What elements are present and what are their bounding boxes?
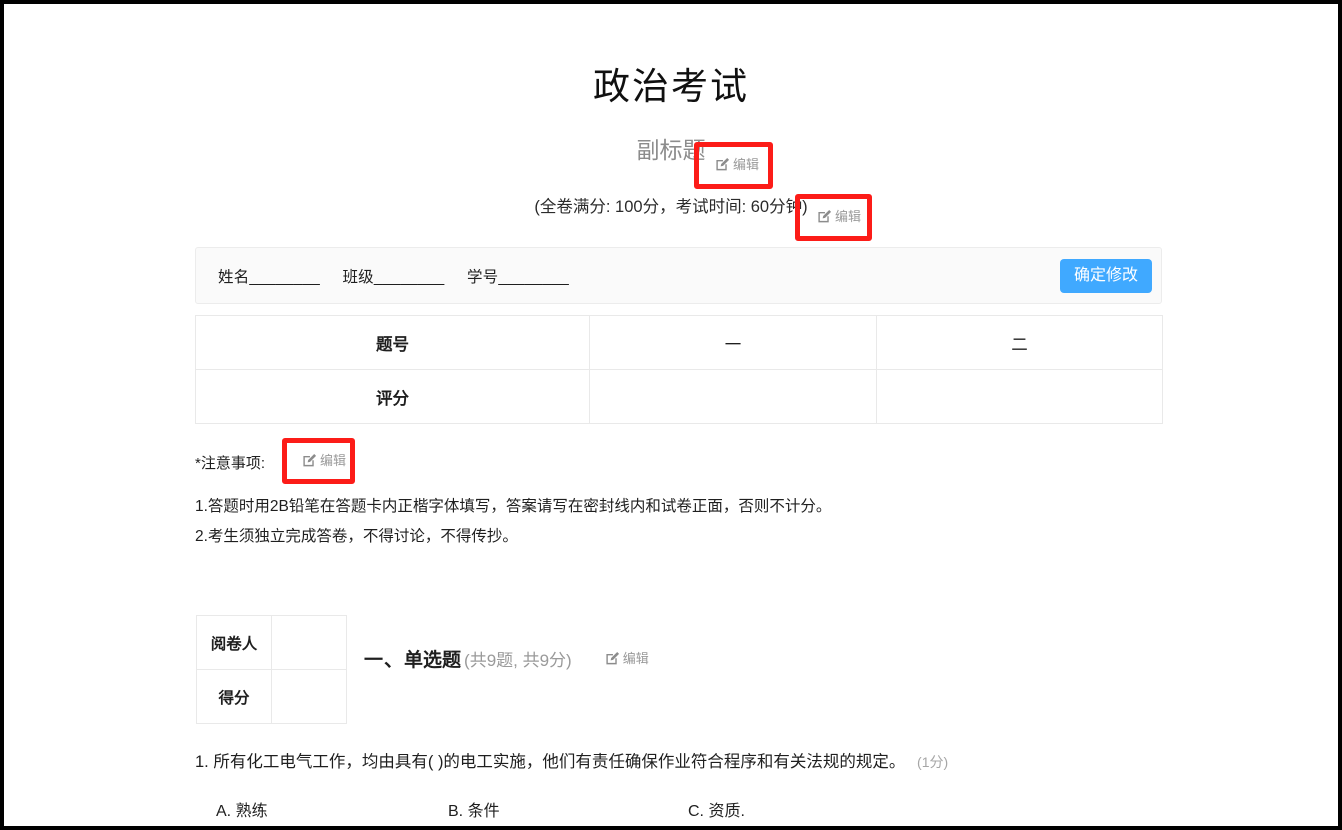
grading-value-reviewer[interactable] (271, 615, 347, 670)
edit-section-label: 编辑 (622, 650, 649, 666)
edit-exam-meta-button[interactable]: 编辑 (812, 206, 866, 227)
grading-label-reviewer: 阅卷人 (196, 615, 272, 670)
page-title: 政治考试 (593, 66, 749, 107)
section-count: (共9题, 共9分) (464, 650, 572, 670)
edit-section-button[interactable]: 编辑 (600, 648, 654, 669)
section-header: 一、 单选题 (共9题, 共9分) 编辑 (364, 644, 654, 672)
score-cell[interactable] (589, 369, 877, 424)
edit-notes-label: 编辑 (320, 453, 347, 468)
student-info-bar: 姓名________ 班级________ 学号________ 确定修改 (195, 247, 1162, 304)
edit-notes-button[interactable]: 编辑 (297, 450, 351, 471)
table-row: 评分 (195, 369, 1163, 424)
option-b-key: B. (448, 802, 464, 820)
question-item: 1. 所有化工电气工作，均由具有( )的电工实施，他们有责任确保作业符合程序和有… (195, 754, 1255, 821)
exam-meta-text: (全卷满分: 100分，考试时间: 60分钟) (534, 198, 808, 216)
edit-pencil-square-icon (817, 209, 832, 224)
edit-exam-meta-label: 编辑 (835, 209, 862, 224)
question-number: 1. (195, 753, 209, 771)
option-a-text: 熟练 (235, 802, 268, 820)
grading-label-score: 得分 (196, 669, 272, 724)
grading-box-table: 阅卷人 得分 (196, 615, 347, 724)
note-line: 1.答题时用2B铅笔在答题卡内正楷字体填写，答案请写在密封线内和试卷正面，否则不… (195, 498, 832, 515)
question-text: 所有化工电气工作，均由具有( )的电工实施，他们有责任确保作业符合程序和有关法规… (213, 753, 906, 771)
option-c[interactable]: C. 资质. (688, 797, 745, 821)
score-row-label: 题号 (195, 315, 590, 370)
table-row: 得分 (196, 669, 347, 724)
score-cell[interactable]: 二 (876, 315, 1163, 370)
option-c-key: C. (688, 802, 704, 820)
option-b[interactable]: B. 条件 (448, 797, 500, 821)
student-id-field[interactable]: 学号________ (467, 269, 569, 286)
table-row: 阅卷人 (196, 615, 347, 670)
edit-subtitle-label: 编辑 (733, 157, 760, 172)
score-cell[interactable] (876, 369, 1163, 424)
confirm-modify-button[interactable]: 确定修改 (1059, 258, 1152, 293)
score-summary-table: 题号 一 二 评分 (195, 315, 1163, 424)
edit-subtitle-button[interactable]: 编辑 (710, 154, 764, 175)
edit-pencil-square-icon (605, 651, 620, 666)
option-a[interactable]: A. 熟练 (216, 797, 268, 821)
edit-pencil-square-icon (715, 157, 730, 172)
score-row-label: 评分 (195, 369, 590, 424)
paper-subtitle: 副标题 (636, 136, 706, 163)
question-score: (1分) (917, 754, 949, 770)
student-name-field[interactable]: 姓名________ (218, 269, 320, 286)
option-c-text: 资质. (708, 802, 745, 820)
notes-heading: *注意事项: (195, 454, 266, 472)
exam-meta-row: (全卷满分: 100分，考试时间: 60分钟) (4, 190, 1338, 224)
student-class-field[interactable]: 班级________ (342, 269, 444, 286)
question-options: A. 熟练 B. 条件 C. 资质. (195, 797, 1255, 821)
note-line: 2.考生须独立完成答卷，不得讨论，不得传抄。 (195, 527, 518, 545)
edit-pencil-square-icon (302, 453, 317, 468)
question-stem-row: 1. 所有化工电气工作，均由具有( )的电工实施，他们有责任确保作业符合程序和有… (195, 754, 1255, 771)
section-index: 一、 (364, 649, 405, 671)
exam-paper-page: 政治考试 副标题 (全卷满分: 100分，考试时间: 60分钟) 编辑 编辑 姓… (4, 4, 1338, 826)
browser-viewport: 政治考试 副标题 (全卷满分: 100分，考试时间: 60分钟) 编辑 编辑 姓… (0, 0, 1342, 830)
section-name: 单选题 (404, 649, 462, 671)
subtitle-row: 副标题 (4, 132, 1338, 168)
student-info-fields: 姓名________ 班级________ 学号________ (218, 265, 587, 287)
table-row: 题号 一 二 (195, 315, 1163, 370)
grading-value-score[interactable] (271, 669, 347, 724)
score-cell[interactable]: 一 (589, 315, 877, 370)
option-b-text: 条件 (467, 802, 500, 820)
option-a-key: A. (216, 802, 232, 820)
